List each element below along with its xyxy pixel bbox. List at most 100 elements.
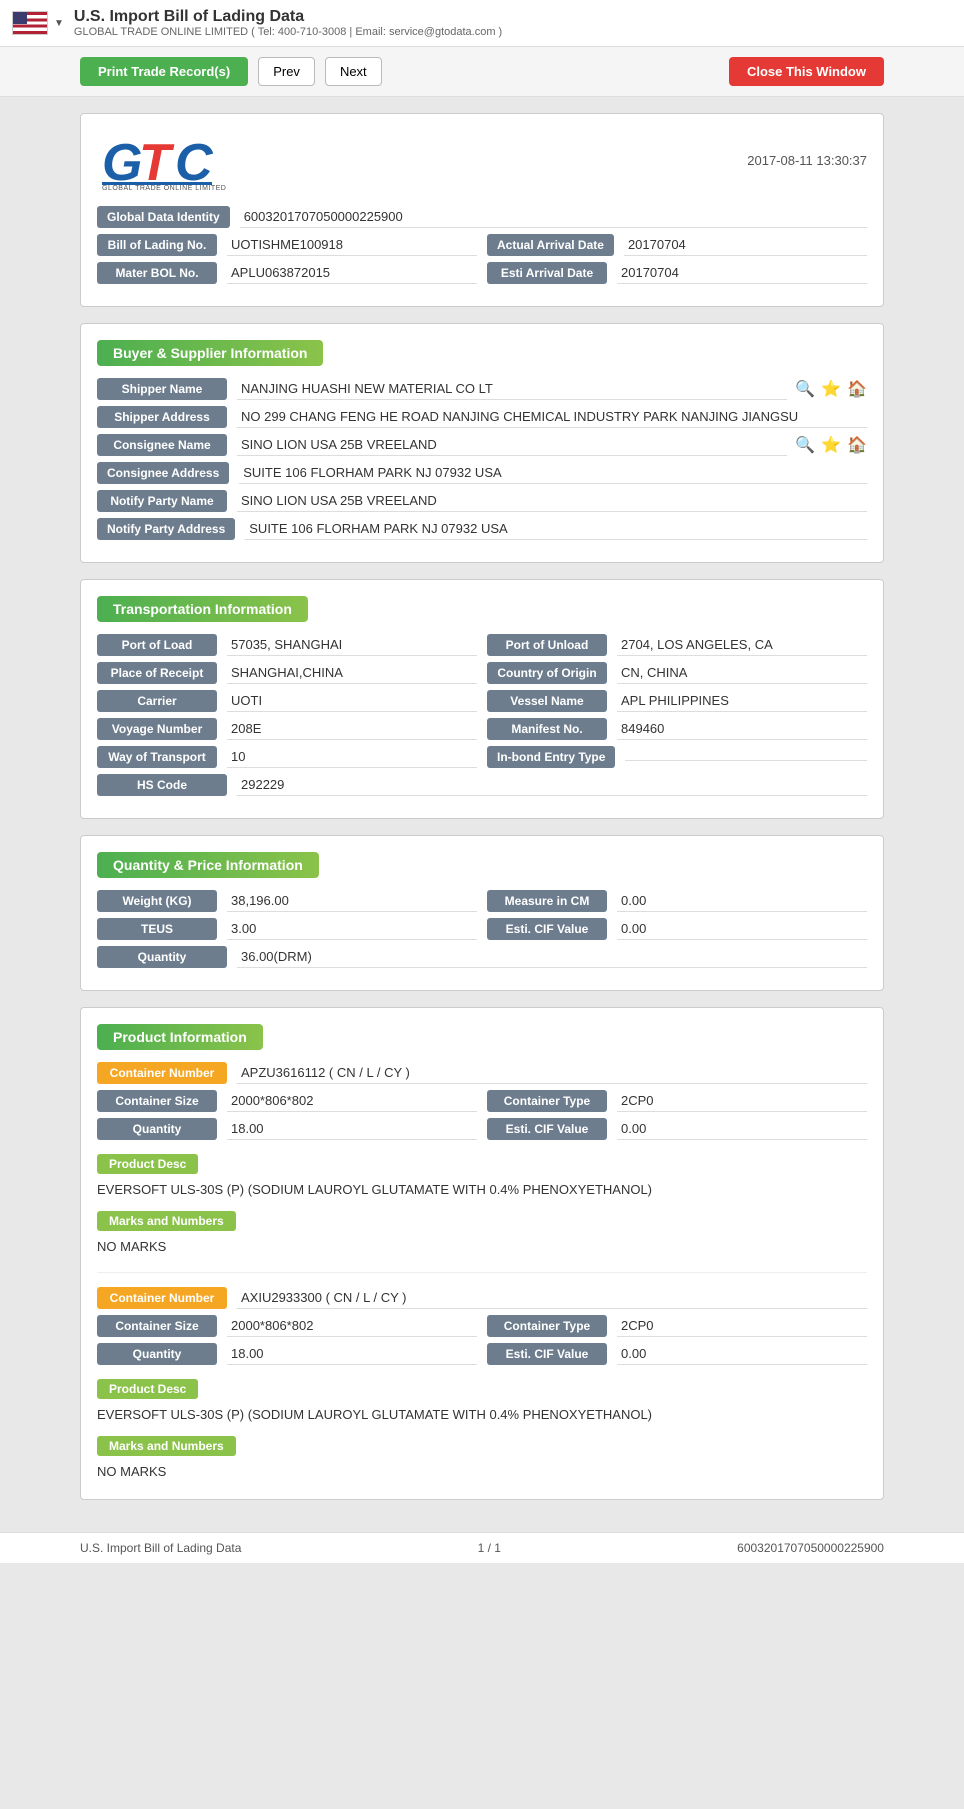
- shipper-search-icon[interactable]: 🔍: [795, 379, 815, 399]
- transportation-card: Transportation Information Port of Load …: [80, 579, 884, 819]
- buyer-supplier-card: Buyer & Supplier Information Shipper Nam…: [80, 323, 884, 563]
- shipper-home-icon[interactable]: 🏠: [847, 379, 867, 399]
- country-of-origin-label: Country of Origin: [487, 662, 607, 684]
- teus-label: TEUS: [97, 918, 217, 940]
- prev-button[interactable]: Prev: [258, 57, 315, 86]
- container-1-number-label: Container Number: [97, 1062, 227, 1084]
- way-of-transport-value: 10: [227, 746, 477, 768]
- container-2-size-value: 2000*806*802: [227, 1315, 477, 1337]
- flag-dropdown[interactable]: ▼: [54, 18, 64, 29]
- manifest-no-col: Manifest No. 849460: [487, 718, 867, 740]
- port-of-unload-label: Port of Unload: [487, 634, 607, 656]
- place-of-receipt-label: Place of Receipt: [97, 662, 217, 684]
- quantity-label: Quantity: [97, 946, 227, 968]
- footer-right: 6003201707050000225900: [737, 1541, 884, 1555]
- teus-value: 3.00: [227, 918, 477, 940]
- footer: U.S. Import Bill of Lading Data 1 / 1 60…: [0, 1532, 964, 1563]
- container-1-size-col: Container Size 2000*806*802: [97, 1090, 477, 1112]
- shipper-name-value: NANJING HUASHI NEW MATERIAL CO LT: [237, 378, 787, 400]
- shipper-name-label: Shipper Name: [97, 378, 227, 400]
- transport-way-row: Way of Transport 10 In-bond Entry Type: [97, 746, 867, 768]
- shipper-address-value: NO 299 CHANG FENG HE ROAD NANJING CHEMIC…: [237, 406, 867, 428]
- consignee-address-row: Consignee Address SUITE 106 FLORHAM PARK…: [97, 462, 867, 484]
- close-button[interactable]: Close This Window: [729, 57, 884, 86]
- vessel-name-label: Vessel Name: [487, 690, 607, 712]
- container-1-product-desc-row: Product Desc EVERSOFT ULS-30S (P) (SODIU…: [97, 1148, 867, 1201]
- container-1: Container Number APZU3616112 ( CN / L / …: [97, 1062, 867, 1258]
- container-2-size-label: Container Size: [97, 1315, 217, 1337]
- top-bar: ▼ U.S. Import Bill of Lading Data GLOBAL…: [0, 0, 964, 47]
- svg-text:C: C: [175, 134, 214, 190]
- measure-label: Measure in CM: [487, 890, 607, 912]
- container-2-qty-label: Quantity: [97, 1343, 217, 1365]
- notify-party-address-value: SUITE 106 FLORHAM PARK NJ 07932 USA: [245, 518, 867, 540]
- port-of-load-col: Port of Load 57035, SHANGHAI: [97, 634, 477, 656]
- consignee-home-icon[interactable]: 🏠: [847, 435, 867, 455]
- bol-col: Bill of Lading No. UOTISHME100918: [97, 234, 477, 256]
- weight-measure-row: Weight (KG) 38,196.00 Measure in CM 0.00: [97, 890, 867, 912]
- container-2-marks-text: NO MARKS: [97, 1460, 867, 1483]
- svg-text:T: T: [139, 134, 175, 190]
- print-button[interactable]: Print Trade Record(s): [80, 57, 248, 86]
- voyage-number-value: 208E: [227, 718, 477, 740]
- hs-code-row: HS Code 292229: [97, 774, 867, 796]
- carrier-value: UOTI: [227, 690, 477, 712]
- container-1-size-type-row: Container Size 2000*806*802 Container Ty…: [97, 1090, 867, 1112]
- container-1-type-value: 2CP0: [617, 1090, 867, 1112]
- quantity-price-title: Quantity & Price Information: [97, 852, 319, 878]
- master-bol-value: APLU063872015: [227, 262, 477, 284]
- actual-arrival-value: 20170704: [624, 234, 867, 256]
- esti-cif-value: 0.00: [617, 918, 867, 940]
- master-bol-col: Mater BOL No. APLU063872015: [97, 262, 477, 284]
- esti-cif-col: Esti. CIF Value 0.00: [487, 918, 867, 940]
- container-2-number-label: Container Number: [97, 1287, 227, 1309]
- master-bol-label: Mater BOL No.: [97, 262, 217, 284]
- notify-party-name-label: Notify Party Name: [97, 490, 227, 512]
- notify-party-address-label: Notify Party Address: [97, 518, 235, 540]
- measure-col: Measure in CM 0.00: [487, 890, 867, 912]
- shipper-star-icon[interactable]: ⭐: [821, 379, 841, 399]
- consignee-search-icon[interactable]: 🔍: [795, 435, 815, 455]
- container-2-type-label: Container Type: [487, 1315, 607, 1337]
- esti-arrival-value: 20170704: [617, 262, 867, 284]
- place-of-receipt-col: Place of Receipt SHANGHAI,CHINA: [97, 662, 477, 684]
- way-of-transport-label: Way of Transport: [97, 746, 217, 768]
- container-1-marks-row: Marks and Numbers NO MARKS: [97, 1205, 867, 1258]
- actual-arrival-col: Actual Arrival Date 20170704: [487, 234, 867, 256]
- port-of-load-label: Port of Load: [97, 634, 217, 656]
- container-1-product-desc-label: Product Desc: [97, 1154, 198, 1174]
- consignee-name-icons: 🔍 ⭐ 🏠: [795, 435, 867, 455]
- container-2-cif-col: Esti. CIF Value 0.00: [487, 1343, 867, 1365]
- teus-cif-row: TEUS 3.00 Esti. CIF Value 0.00: [97, 918, 867, 940]
- container-1-qty-label: Quantity: [97, 1118, 217, 1140]
- in-bond-label: In-bond Entry Type: [487, 746, 615, 768]
- container-1-cif-value: 0.00: [617, 1118, 867, 1140]
- product-info-title: Product Information: [97, 1024, 263, 1050]
- container-1-qty-cif-row: Quantity 18.00 Esti. CIF Value 0.00: [97, 1118, 867, 1140]
- main-card: G T C GLOBAL TRADE ONLINE LIMITED 2017-0…: [80, 113, 884, 307]
- shipper-address-row: Shipper Address NO 299 CHANG FENG HE ROA…: [97, 406, 867, 428]
- container-1-cif-label: Esti. CIF Value: [487, 1118, 607, 1140]
- weight-label: Weight (KG): [97, 890, 217, 912]
- bol-label: Bill of Lading No.: [97, 234, 217, 256]
- app-subtitle: GLOBAL TRADE ONLINE LIMITED ( Tel: 400-7…: [74, 26, 502, 38]
- manifest-no-label: Manifest No.: [487, 718, 607, 740]
- container-1-marks-text: NO MARKS: [97, 1235, 867, 1258]
- consignee-star-icon[interactable]: ⭐: [821, 435, 841, 455]
- port-of-load-value: 57035, SHANGHAI: [227, 634, 477, 656]
- container-1-number-value: APZU3616112 ( CN / L / CY ): [237, 1062, 867, 1084]
- container-2-product-desc-label: Product Desc: [97, 1379, 198, 1399]
- in-bond-col: In-bond Entry Type: [487, 746, 867, 768]
- container-2-qty-value: 18.00: [227, 1343, 477, 1365]
- consignee-address-label: Consignee Address: [97, 462, 229, 484]
- consignee-name-label: Consignee Name: [97, 434, 227, 456]
- container-1-marks-label: Marks and Numbers: [97, 1211, 236, 1231]
- toolbar: Print Trade Record(s) Prev Next Close Th…: [0, 47, 964, 97]
- global-data-label: Global Data Identity: [97, 206, 230, 228]
- next-button[interactable]: Next: [325, 57, 382, 86]
- notify-party-address-row: Notify Party Address SUITE 106 FLORHAM P…: [97, 518, 867, 540]
- way-of-transport-col: Way of Transport 10: [97, 746, 477, 768]
- country-of-origin-col: Country of Origin CN, CHINA: [487, 662, 867, 684]
- container-2-marks-label: Marks and Numbers: [97, 1436, 236, 1456]
- footer-left: U.S. Import Bill of Lading Data: [80, 1541, 241, 1555]
